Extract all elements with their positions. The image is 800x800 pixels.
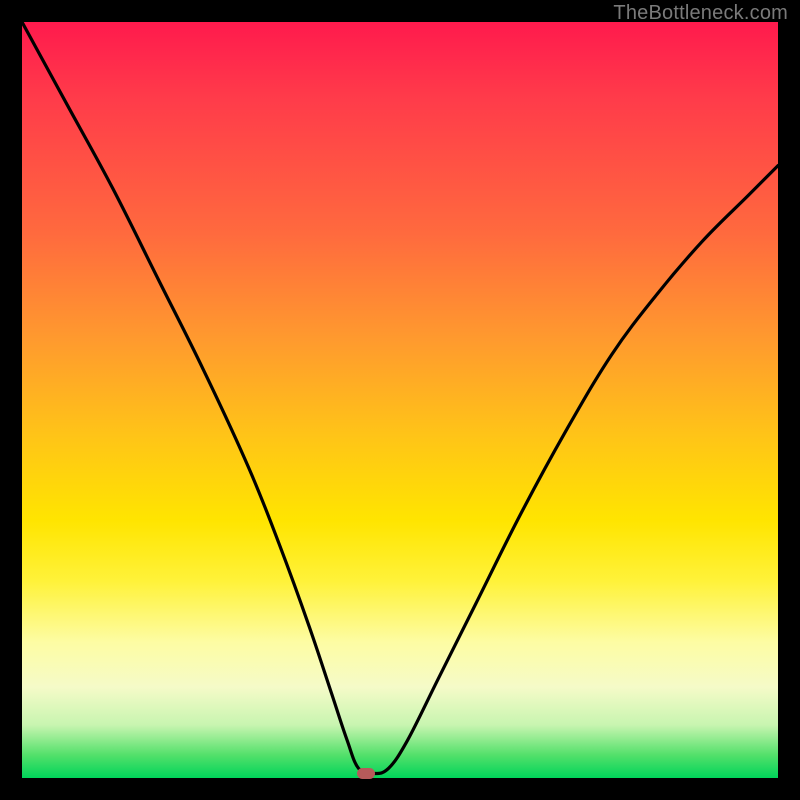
bottleneck-curve <box>22 22 778 778</box>
plot-area <box>22 22 778 778</box>
chart-frame: TheBottleneck.com <box>0 0 800 800</box>
optimal-point-marker <box>357 768 375 779</box>
watermark-text: TheBottleneck.com <box>613 2 788 25</box>
